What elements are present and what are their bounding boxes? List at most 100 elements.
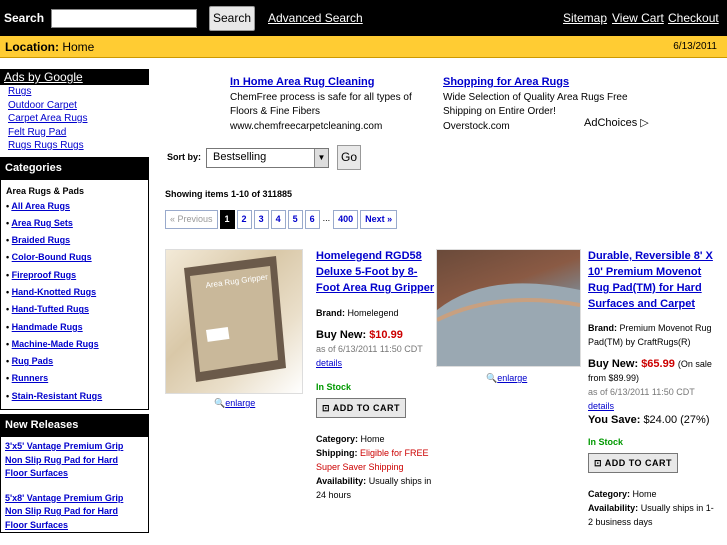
category-link[interactable]: Machine-Made Rugs [12, 339, 99, 349]
product-info: Brand: Homelegend Buy New: $10.99 as of … [316, 306, 436, 502]
ad-link[interactable]: Outdoor Carpet [8, 99, 149, 113]
category-link[interactable]: Hand-Tufted Rugs [12, 304, 89, 314]
category-item: • Hand-Tufted Rugs [6, 304, 89, 315]
magnifier-icon: 🔍 [486, 373, 498, 383]
advanced-search-link[interactable]: Advanced Search [268, 11, 363, 25]
new-release-link[interactable]: Non Slip Rug Pad for Hard [1, 505, 148, 519]
categories-box: Categories Area Rugs & Pads • All Area R… [0, 156, 149, 411]
adchoices[interactable]: AdChoices ▷ [584, 116, 649, 129]
search-input[interactable] [51, 9, 197, 28]
ad-link[interactable]: Rugs [8, 85, 149, 99]
product-image[interactable]: Area Rug Gripper [165, 249, 303, 394]
category-link[interactable]: Fireproof Rugs [12, 270, 77, 280]
sort-select[interactable]: Bestselling ▼ [206, 148, 329, 168]
price: $65.99 [641, 358, 675, 370]
categories-title: Categories [1, 157, 148, 180]
page-link[interactable]: 6 [304, 210, 320, 229]
as-of: as of 6/13/2011 11:50 CDT [316, 344, 423, 354]
category-link[interactable]: Stain-Resistant Rugs [12, 391, 103, 401]
showing-count: Showing items 1-10 of 311885 [165, 189, 293, 199]
ad-title[interactable]: In Home Area Rug Cleaning [230, 76, 374, 88]
search-button[interactable]: Search [209, 6, 255, 31]
ad-line: Wide Selection of Quality Area Rugs Free [443, 91, 628, 103]
page-link[interactable]: 3 [253, 210, 269, 229]
prev-page: « Previous [165, 210, 218, 229]
product-info: Brand: Premium Movenot Rug Pad(TM) by Cr… [588, 321, 718, 529]
location-value: Home [62, 40, 95, 54]
ellipsis: ... [322, 213, 331, 223]
category-link[interactable]: Braided Rugs [12, 235, 71, 245]
as-of: as of 6/13/2011 11:50 CDT [588, 387, 695, 397]
top-bar: Search Search Advanced Search Sitemap Vi… [0, 0, 727, 36]
new-release-link[interactable]: Floor Surfaces [1, 519, 148, 533]
ad-line: Shipping on Entire Order! [443, 106, 556, 117]
page-link[interactable]: 5 [287, 210, 303, 229]
go-button[interactable]: Go [337, 145, 361, 170]
add-to-cart-button[interactable]: ⊡ ADD TO CART [316, 398, 407, 418]
ad-line: Floors & Fine Fibers [230, 106, 321, 117]
enlarge[interactable]: 🔍enlarge [486, 373, 527, 384]
new-release-link[interactable]: 3'x5' Vantage Premium Grip [1, 440, 148, 454]
ad-link[interactable]: Carpet Area Rugs [8, 112, 149, 126]
category-link[interactable]: Area Rug Sets [11, 218, 73, 228]
category-item: • Color-Bound Rugs [6, 252, 92, 263]
chevron-down-icon: ▼ [314, 149, 328, 167]
checkout-link[interactable]: Checkout [668, 11, 719, 25]
adchoices-icon: ▷ [640, 117, 649, 129]
product-image[interactable] [436, 249, 581, 367]
product-title[interactable]: Durable, Reversible 8' X 10' Premium Mov… [588, 248, 718, 312]
category-link[interactable]: Runners [12, 373, 49, 383]
pager: « Previous 1 2 3 4 5 6 ... 400 Next » [165, 210, 398, 229]
sidebar: Ads by Google Rugs Outdoor Carpet Carpet… [0, 69, 149, 534]
details-link[interactable]: details [588, 401, 614, 411]
page-link[interactable]: 1 [219, 210, 235, 229]
category-item: • Braided Rugs [6, 235, 71, 246]
location-label: Location: [5, 40, 59, 54]
ad-url: www.chemfreecarpetcleaning.com [230, 120, 383, 132]
add-to-cart-button[interactable]: ⊡ ADD TO CART [588, 453, 679, 473]
sitemap-link[interactable]: Sitemap [563, 11, 607, 25]
rug-pad-photo [436, 283, 581, 366]
stock-status: In Stock [588, 437, 624, 447]
details-link[interactable]: details [316, 358, 342, 368]
category-link[interactable]: Rug Pads [12, 356, 54, 366]
ad-title[interactable]: Shopping for Area Rugs [443, 76, 569, 88]
savings: $24.00 (27%) [643, 414, 710, 426]
category-item: • Hand-Knotted Rugs [6, 286, 97, 297]
category-item: • Fireproof Rugs [6, 269, 77, 280]
search-label: Search [4, 11, 45, 25]
category-item: • Stain-Resistant Rugs [6, 390, 103, 401]
ads-by-google[interactable]: Ads by Google [0, 69, 149, 85]
date: 6/13/2011 [673, 41, 717, 52]
brand: Homelegend [347, 308, 399, 318]
product-title[interactable]: Homelegend RGD58 Deluxe 5-Foot by 8-Foot… [316, 248, 436, 296]
page-link[interactable]: 2 [236, 210, 252, 229]
category-item: • Runners [6, 373, 49, 384]
new-release-link[interactable]: Floor Surfaces [1, 467, 148, 481]
category-item: • Area Rug Sets [6, 217, 73, 228]
view-cart-link[interactable]: View Cart [612, 11, 664, 25]
new-release-link[interactable]: 5'x8' Vantage Premium Grip [1, 492, 148, 506]
category-link[interactable]: All Area Rugs [11, 201, 70, 211]
category-link[interactable]: Color-Bound Rugs [12, 252, 92, 262]
category-link[interactable]: Handmade Rugs [12, 322, 83, 332]
page-link[interactable]: 4 [270, 210, 286, 229]
enlarge[interactable]: 🔍enlarge [214, 398, 255, 409]
next-page[interactable]: Next » [360, 210, 398, 229]
ad-url: Overstock.com [443, 120, 510, 132]
ad-link[interactable]: Rugs Rugs Rugs [8, 139, 149, 153]
categories-sub: Area Rugs & Pads [6, 185, 85, 196]
category-item: • All Area Rugs [6, 200, 71, 211]
price: $10.99 [369, 329, 403, 341]
page-link[interactable]: 400 [333, 210, 359, 229]
new-release-link[interactable]: Non Slip Rug Pad for Hard [1, 454, 148, 468]
new-releases-box: New Releases 3'x5' Vantage Premium Grip … [0, 414, 149, 534]
ad-line: ChemFree process is safe for all types o… [230, 91, 412, 103]
new-releases-title: New Releases [1, 415, 148, 438]
magnifier-icon: 🔍 [214, 398, 226, 408]
category-item: • Rug Pads [6, 356, 54, 367]
text-ad: In Home Area Rug Cleaning ChemFree proce… [230, 75, 430, 131]
category-link[interactable]: Hand-Knotted Rugs [12, 287, 97, 297]
stock-status: In Stock [316, 382, 352, 392]
ad-link[interactable]: Felt Rug Pad [8, 126, 149, 140]
